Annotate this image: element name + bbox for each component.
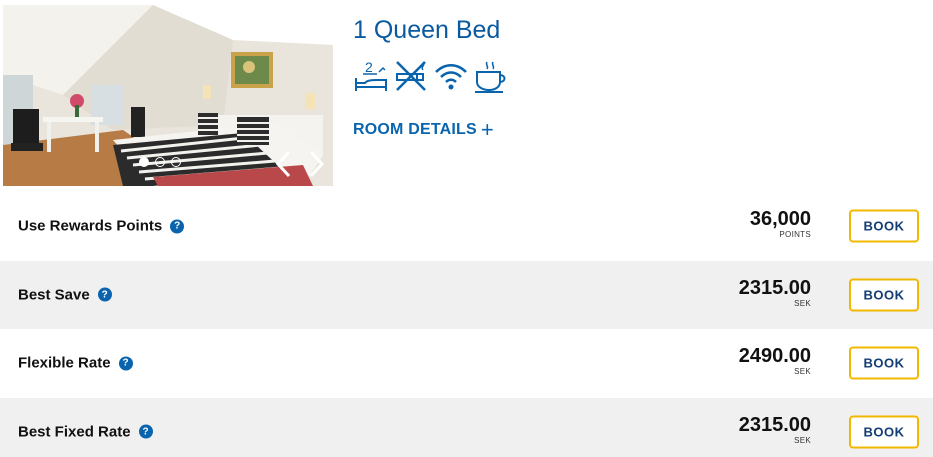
- room-title: 1 Queen Bed: [353, 16, 501, 44]
- room-details-link[interactable]: ROOM DETAILS +: [353, 117, 494, 142]
- price-unit: SEK: [794, 367, 811, 377]
- rate-price: 36,000 POINTS: [750, 208, 811, 240]
- chevron-right-icon: [309, 150, 325, 178]
- amenity-icons: 2: [353, 58, 509, 94]
- rate-price: 2490.00 SEK: [739, 345, 811, 377]
- info-icon[interactable]: ?: [118, 356, 133, 371]
- price-amount: 2315.00: [738, 413, 811, 436]
- rate-name: Best Fixed Rate ?: [18, 423, 153, 440]
- bed-capacity-icon: 2: [355, 59, 387, 91]
- room-header: 1 Queen Bed 2 ROOM DETAILS +: [0, 0, 933, 192]
- rate-list: Use Rewards Points ? 36,000 POINTS BOOK …: [0, 192, 933, 457]
- price-unit: SEK: [794, 298, 811, 308]
- price-amount: 2315.00: [738, 276, 811, 299]
- carousel-next-button[interactable]: [303, 147, 329, 181]
- non-smoking-icon: [396, 61, 426, 91]
- price-unit: POINTS: [779, 230, 811, 240]
- rate-name: Best Save ?: [18, 286, 112, 303]
- chevron-left-icon: [275, 150, 291, 178]
- rate-row-best-fixed-rate: Best Fixed Rate ? 2315.00 SEK BOOK: [0, 397, 933, 457]
- carousel-dot[interactable]: [155, 157, 165, 167]
- book-button[interactable]: BOOK: [849, 209, 919, 243]
- room-photo-carousel[interactable]: [3, 5, 333, 186]
- price-amount: 36,000: [749, 208, 811, 231]
- carousel-dots: [139, 157, 181, 167]
- info-icon[interactable]: ?: [170, 219, 185, 234]
- rate-name-label: Use Rewards Points: [18, 217, 163, 235]
- price-unit: SEK: [794, 435, 811, 445]
- rate-price: 2315.00 SEK: [739, 277, 811, 309]
- rate-row-best-save: Best Save ? 2315.00 SEK BOOK: [0, 260, 933, 329]
- wifi-icon: [435, 64, 467, 90]
- carousel-dot[interactable]: [171, 157, 181, 167]
- book-button[interactable]: BOOK: [849, 346, 919, 380]
- book-button[interactable]: BOOK: [849, 415, 919, 449]
- rate-row-rewards-points: Use Rewards Points ? 36,000 POINTS BOOK: [0, 192, 933, 261]
- price-amount: 2490.00: [738, 345, 811, 368]
- bed-capacity-count: 2: [365, 59, 373, 75]
- carousel-prev-button[interactable]: [271, 147, 297, 181]
- rate-name-label: Flexible Rate: [18, 354, 111, 372]
- rate-name-label: Best Save: [18, 286, 90, 304]
- info-icon[interactable]: ?: [138, 424, 153, 439]
- book-button[interactable]: BOOK: [849, 278, 919, 312]
- plus-icon: +: [480, 117, 494, 142]
- info-icon[interactable]: ?: [97, 287, 112, 302]
- rate-price: 2315.00 SEK: [739, 414, 811, 446]
- coffee-icon: [475, 61, 506, 93]
- room-details-label: ROOM DETAILS: [353, 121, 477, 138]
- rate-name: Flexible Rate ?: [18, 355, 133, 372]
- rate-name-label: Best Fixed Rate: [18, 423, 131, 441]
- rate-row-flexible-rate: Flexible Rate ? 2490.00 SEK BOOK: [0, 329, 933, 398]
- carousel-dot[interactable]: [139, 157, 149, 167]
- rate-name: Use Rewards Points ?: [18, 217, 185, 235]
